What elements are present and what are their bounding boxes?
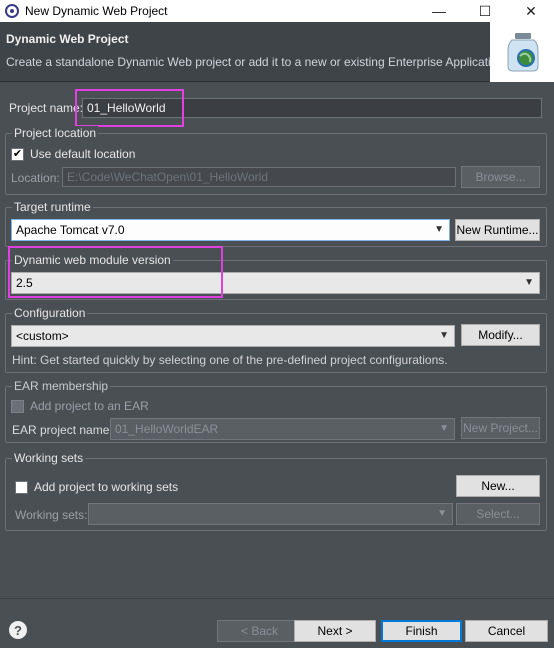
use-default-location-checkbox[interactable]: ✔ (11, 147, 24, 161)
wizard-footer: ? < Back Next > Finish Cancel (0, 598, 554, 648)
add-to-ear-row[interactable]: Add project to an EAR (11, 399, 149, 413)
configuration-title: Configuration (12, 306, 88, 320)
target-runtime-select[interactable]: Apache Tomcat v7.0 ▼ (11, 219, 450, 241)
ear-project-name-label: EAR project name: (12, 423, 113, 437)
new-runtime-button[interactable]: New Runtime... (455, 219, 540, 241)
help-icon[interactable]: ? (9, 621, 27, 639)
jar-icon (507, 33, 539, 72)
eclipse-icon (5, 4, 19, 18)
modify-button[interactable]: Modify... (461, 324, 540, 346)
location-label: Location: (11, 171, 60, 185)
configuration-value: <custom> (16, 329, 69, 343)
new-ear-project-button[interactable]: New Project... (461, 417, 540, 439)
chevron-down-icon: ▼ (439, 423, 449, 434)
add-to-working-sets-row[interactable]: Add project to working sets (15, 480, 178, 494)
ear-membership-title: EAR membership (12, 379, 111, 393)
working-sets-select[interactable]: ▼ (88, 503, 453, 525)
configuration-select[interactable]: <custom> ▼ (11, 325, 455, 347)
add-to-ear-checkbox[interactable] (11, 399, 24, 413)
target-runtime-title: Target runtime (12, 200, 93, 214)
project-name-label: Project name: (9, 101, 84, 115)
ear-project-name-select[interactable]: 01_HelloWorldEAR ▼ (110, 418, 455, 440)
project-name-input[interactable]: 01_HelloWorld (82, 98, 542, 118)
wizard-body: Project name: 01_HelloWorld Project loca… (0, 83, 554, 598)
target-runtime-value: Apache Tomcat v7.0 (16, 223, 125, 237)
maximize-button[interactable]: ☐ (462, 0, 508, 22)
use-default-location-label: Use default location (30, 147, 136, 161)
select-working-sets-button[interactable]: Select... (456, 503, 540, 525)
close-button[interactable]: ✕ (508, 0, 554, 22)
use-default-location-row[interactable]: ✔ Use default location (11, 147, 135, 161)
module-version-value: 2.5 (16, 276, 33, 290)
chevron-down-icon: ▼ (434, 224, 444, 235)
chevron-down-icon: ▼ (439, 330, 449, 341)
wizard-header: Dynamic Web Project Create a standalone … (0, 22, 554, 82)
add-to-ear-label: Add project to an EAR (30, 399, 149, 413)
project-location-title: Project location (12, 126, 99, 140)
chevron-down-icon: ▼ (437, 508, 447, 519)
page-title: Dynamic Web Project (6, 32, 129, 46)
page-description: Create a standalone Dynamic Web project … (6, 55, 508, 69)
add-to-working-sets-label: Add project to working sets (34, 480, 179, 494)
minimize-button[interactable]: — (416, 0, 462, 22)
next-button[interactable]: Next > (294, 620, 376, 642)
cancel-button[interactable]: Cancel (465, 620, 548, 642)
back-button[interactable]: < Back (217, 620, 302, 642)
title-bar: New Dynamic Web Project — ☐ ✕ (0, 0, 554, 22)
wizard-banner (490, 22, 554, 82)
module-version-select[interactable]: 2.5 ▼ (11, 272, 540, 294)
ear-project-name-value: 01_HelloWorldEAR (115, 422, 219, 436)
working-sets-title: Working sets (12, 451, 86, 465)
new-working-set-button[interactable]: New... (456, 475, 540, 497)
add-to-working-sets-checkbox[interactable] (15, 480, 28, 494)
browse-button[interactable]: Browse... (461, 166, 540, 188)
module-version-title: Dynamic web module version (12, 253, 173, 267)
chevron-down-icon: ▼ (524, 277, 534, 288)
finish-button[interactable]: Finish (381, 620, 462, 642)
location-input[interactable]: E:\Code\WeChatOpen\01_HelloWorld (62, 167, 456, 187)
window-title: New Dynamic Web Project (25, 4, 168, 18)
working-sets-label: Working sets: (15, 508, 88, 522)
configuration-hint: Hint: Get started quickly by selecting o… (12, 353, 448, 367)
